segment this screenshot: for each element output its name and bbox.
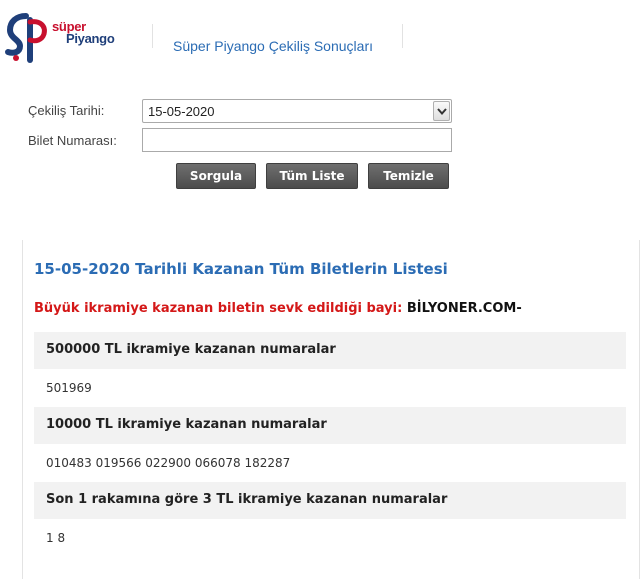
- prize-section-heading-text: Son 1 rakamına göre 3 TL ikramiye kazana…: [46, 492, 448, 507]
- header-divider-left: [152, 24, 153, 48]
- draw-date-select[interactable]: 15-05-2020: [142, 99, 452, 123]
- draw-date-label: Çekiliş Tarihi:: [28, 103, 105, 118]
- jackpot-dealer-line: Büyük ikramiye kazanan biletin sevk edil…: [34, 301, 522, 316]
- prize-section-numbers: 501969: [46, 381, 92, 395]
- site-logo[interactable]: süper Piyango: [2, 12, 122, 63]
- ticket-number-label: Bilet Numarası:: [28, 133, 117, 148]
- prize-section-heading-text: 500000 TL ikramiye kazanan numaralar: [46, 342, 336, 357]
- prize-section-heading: Son 1 rakamına göre 3 TL ikramiye kazana…: [34, 482, 626, 519]
- prize-section-numbers: 1 8: [46, 531, 66, 545]
- prize-section-numbers: 010483 019566 022900 066078 182287: [46, 456, 291, 470]
- prize-section-heading-text: 10000 TL ikramiye kazanan numaralar: [46, 417, 327, 432]
- results-title: 15-05-2020 Tarihli Kazanan Tüm Biletleri…: [34, 260, 448, 278]
- super-piyango-logo-icon: [5, 13, 47, 63]
- prize-section-heading: 10000 TL ikramiye kazanan numaralar: [34, 407, 626, 444]
- clear-button[interactable]: Temizle: [368, 163, 449, 189]
- chevron-down-icon: [437, 108, 447, 115]
- header-divider-right: [402, 24, 403, 48]
- page-title: Süper Piyango Çekiliş Sonuçları: [173, 38, 373, 54]
- jackpot-dealer-label: Büyük ikramiye kazanan biletin sevk edil…: [34, 301, 403, 316]
- prize-section-heading: 500000 TL ikramiye kazanan numaralar: [34, 332, 626, 369]
- jackpot-dealer-name: BİLYONER.COM-: [406, 301, 522, 316]
- ticket-number-input[interactable]: [142, 128, 452, 152]
- logo-text-piyango: Piyango: [66, 31, 115, 46]
- full-list-button[interactable]: Tüm Liste: [266, 163, 358, 189]
- draw-date-value: 15-05-2020: [148, 104, 215, 119]
- query-button[interactable]: Sorgula: [176, 163, 256, 189]
- dropdown-button[interactable]: [433, 101, 450, 121]
